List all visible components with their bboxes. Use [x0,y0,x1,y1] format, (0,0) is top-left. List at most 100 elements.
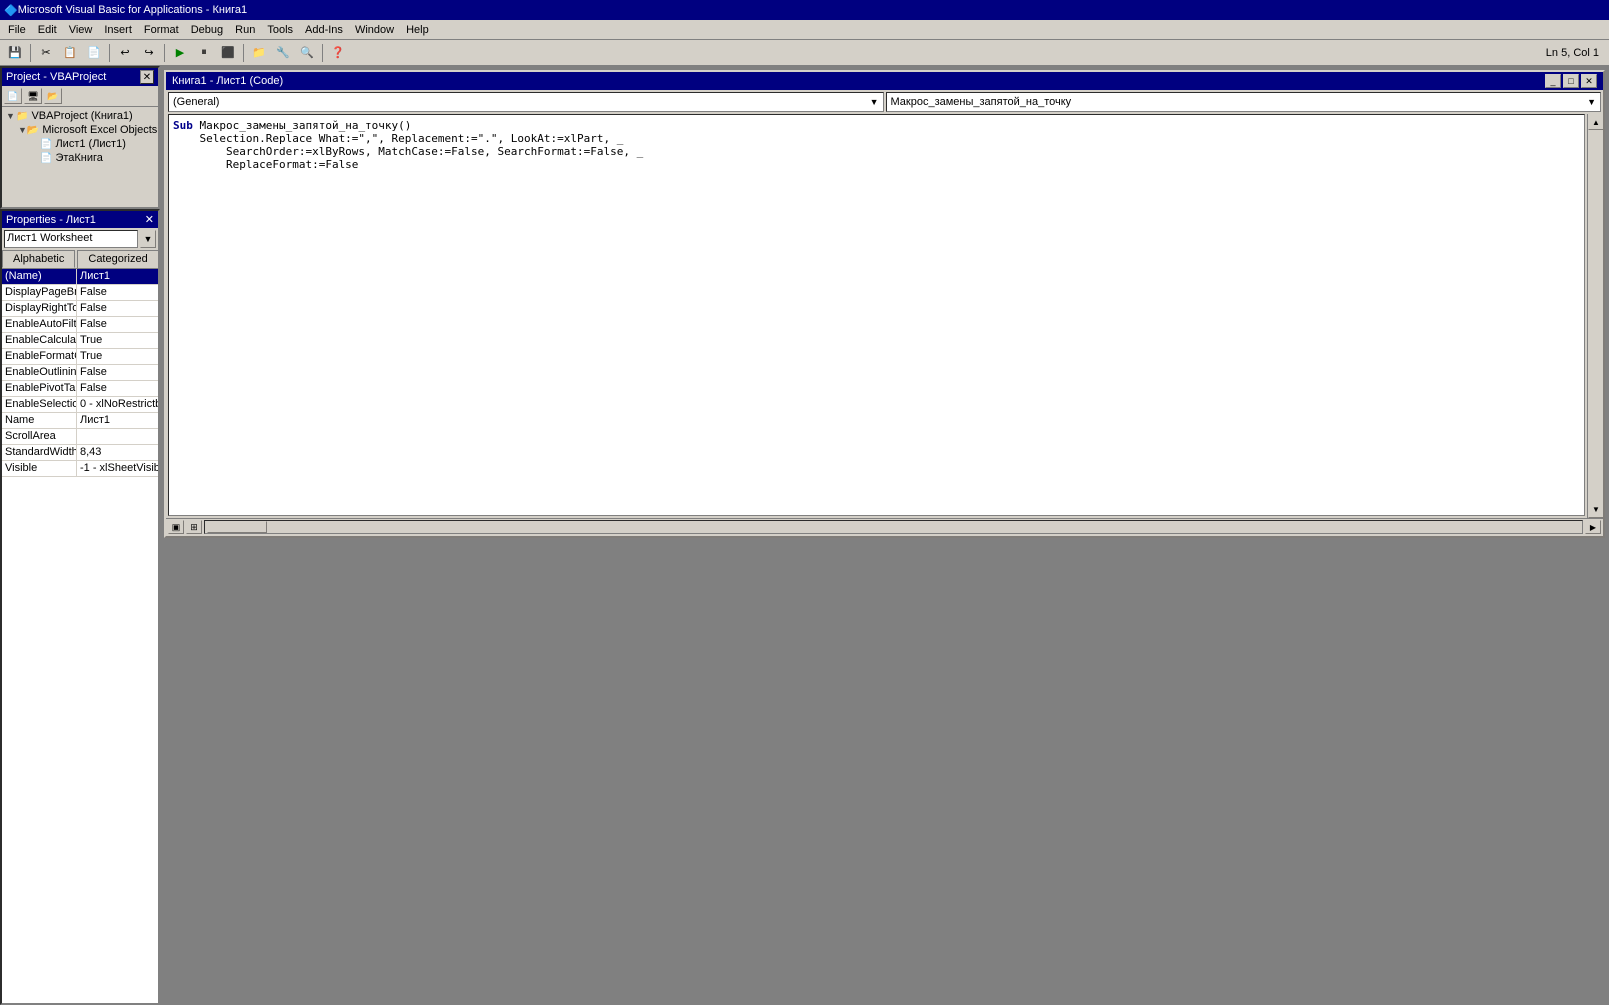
prop-name: (Name) [2,269,77,284]
prop-row[interactable]: StandardWidth8,43 [2,445,158,461]
menu-edit[interactable]: Edit [32,22,63,38]
code-window-title-bar: Книга1 - Лист1 (Code) _ □ ✕ [166,72,1603,90]
prop-row[interactable]: EnableSelection0 - xlNoRestrictb [2,397,158,413]
menu-debug[interactable]: Debug [185,22,229,38]
toolbar-objectbrowser[interactable]: 🔍 [296,43,318,63]
code-macro-arrow: ▼ [1587,97,1596,107]
win-restore[interactable]: □ [1563,74,1579,88]
prop-row[interactable]: NameЛист1 [2,413,158,429]
project-toggle-folders[interactable]: 📂 [44,88,62,104]
project-view-object[interactable]: 🖥 [24,88,42,104]
scroll-down-btn[interactable]: ▼ [1588,502,1603,518]
tree-expand-excel-objects: ▼ [18,125,27,135]
toolbar-cut[interactable]: ✂ [35,43,57,63]
prop-row[interactable]: EnableCalculationTrue [2,333,158,349]
code-general-label: (General) [173,96,219,108]
prop-row[interactable]: ScrollArea [2,429,158,445]
scroll-track[interactable] [1588,130,1603,502]
menu-addins[interactable]: Add-Ins [299,22,349,38]
prop-value: True [77,349,158,364]
prop-row[interactable]: EnableAutoFilterFalse [2,317,158,333]
toolbar-break[interactable]: ⏸ [193,43,215,63]
toolbar-sep-3 [164,44,165,62]
menu-file[interactable]: File [2,22,32,38]
menu-help[interactable]: Help [400,22,435,38]
menu-view[interactable]: View [63,22,99,38]
toolbar-reset[interactable]: ⬛ [217,43,239,63]
tree-label-etakniga: ЭтаКнига [55,152,102,164]
tab-alphabetic[interactable]: Alphabetic [2,250,75,268]
win-minimize[interactable]: _ [1545,74,1561,88]
menu-insert[interactable]: Insert [98,22,138,38]
menu-bar: File Edit View Insert Format Debug Run T… [0,20,1609,40]
h-scroll-thumb [207,521,267,533]
code-view-btn[interactable]: ▣ [168,520,184,534]
tree-expand-vbaproject: ▼ [6,111,16,121]
prop-value: False [77,365,158,380]
code-editor[interactable]: Sub Макрос_замены_запятой_на_точку() Sel… [168,114,1585,516]
project-view-code[interactable]: 📄 [4,88,22,104]
toolbar-undo[interactable]: ↩ [114,43,136,63]
prop-value: False [77,317,158,332]
properties-object-dropdown[interactable]: Лист1 Worksheet [4,230,138,248]
tree-item-excel-objects[interactable]: ▼ 📂 Microsoft Excel Objects [16,123,156,137]
prop-row[interactable]: EnablePivotTableFalse [2,381,158,397]
code-scroll-right[interactable]: ▶ [1585,520,1601,534]
project-panel-close[interactable]: ✕ [140,70,154,84]
properties-panel-close[interactable]: ✕ [145,213,154,226]
toolbar-run[interactable]: ▶ [169,43,191,63]
tree-item-etakniga[interactable]: 📄 ЭтаКнига [28,151,156,165]
code-macro-label: Макрос_замены_запятой_на_точку [891,96,1072,108]
prop-row[interactable]: EnableOutliningFalse [2,365,158,381]
tree-item-list1[interactable]: 📄 Лист1 (Лист1) [28,137,156,151]
tab-categorized[interactable]: Categorized [77,250,158,268]
prop-row[interactable]: DisplayRightToLeftFalse [2,301,158,317]
prop-row[interactable]: (Name)Лист1 [2,269,158,285]
toolbar-copy[interactable]: 📋 [59,43,81,63]
toolbar-properties[interactable]: 🔧 [272,43,294,63]
main-layout: Project - VBAProject ✕ 📄 🖥 📂 ▼ 📁 VBAProj… [0,66,1609,1005]
toolbar-projectexplorer[interactable]: 📁 [248,43,270,63]
menu-format[interactable]: Format [138,22,185,38]
toolbar-help[interactable]: ❓ [327,43,349,63]
prop-value: -1 - xlSheetVisib [77,461,158,476]
prop-name: EnableAutoFilter [2,317,77,332]
prop-value: False [77,285,158,300]
prop-row[interactable]: DisplayPageBreakFalse [2,285,158,301]
code-full-view-btn[interactable]: ⊞ [186,520,202,534]
win-controls: _ □ ✕ [1545,74,1597,88]
toolbar-save[interactable]: 💾 [4,43,26,63]
prop-name: EnablePivotTable [2,381,77,396]
toolbar-paste[interactable]: 📄 [83,43,105,63]
toolbar: 💾 ✂ 📋 📄 ↩ ↪ ▶ ⏸ ⬛ 📁 🔧 🔍 ❓ Ln 5, Col 1 [0,40,1609,66]
left-panel: Project - VBAProject ✕ 📄 🖥 📂 ▼ 📁 VBAProj… [0,66,160,1005]
properties-panel: Properties - Лист1 ✕ Лист1 Worksheet ▼ A… [0,209,160,1005]
tree-label-excel-objects: Microsoft Excel Objects [42,124,157,136]
code-macro-dropdown[interactable]: Макрос_замены_запятой_на_точку ▼ [886,92,1602,112]
prop-name: EnableCalculation [2,333,77,348]
tree-icon-list1: 📄 [40,139,52,150]
title-bar: 🔷 Microsoft Visual Basic for Application… [0,0,1609,20]
menu-tools[interactable]: Tools [261,22,299,38]
code-general-arrow: ▼ [870,97,879,107]
project-panel-header: Project - VBAProject ✕ [2,68,158,86]
prop-name: DisplayPageBreak [2,285,77,300]
prop-row[interactable]: EnableFormatConTrue [2,349,158,365]
scroll-up-btn[interactable]: ▲ [1588,114,1603,130]
code-content: Sub Макрос_замены_запятой_на_точку() Sel… [173,119,1580,184]
prop-row[interactable]: Visible-1 - xlSheetVisib [2,461,158,477]
code-scrollbar-h[interactable] [204,520,1583,534]
prop-name: EnableSelection [2,397,77,412]
properties-panel-title: Properties - Лист1 [6,214,96,226]
menu-run[interactable]: Run [229,22,261,38]
prop-value: True [77,333,158,348]
tree-item-vbaproject[interactable]: ▼ 📁 VBAProject (Книга1) [4,109,156,123]
prop-name: ScrollArea [2,429,77,444]
menu-window[interactable]: Window [349,22,400,38]
properties-object-arrow[interactable]: ▼ [140,230,156,248]
project-toolbar: 📄 🖥 📂 [2,86,158,107]
win-close[interactable]: ✕ [1581,74,1597,88]
prop-value: 0 - xlNoRestrictb [77,397,158,412]
code-general-dropdown[interactable]: (General) ▼ [168,92,884,112]
toolbar-redo[interactable]: ↪ [138,43,160,63]
